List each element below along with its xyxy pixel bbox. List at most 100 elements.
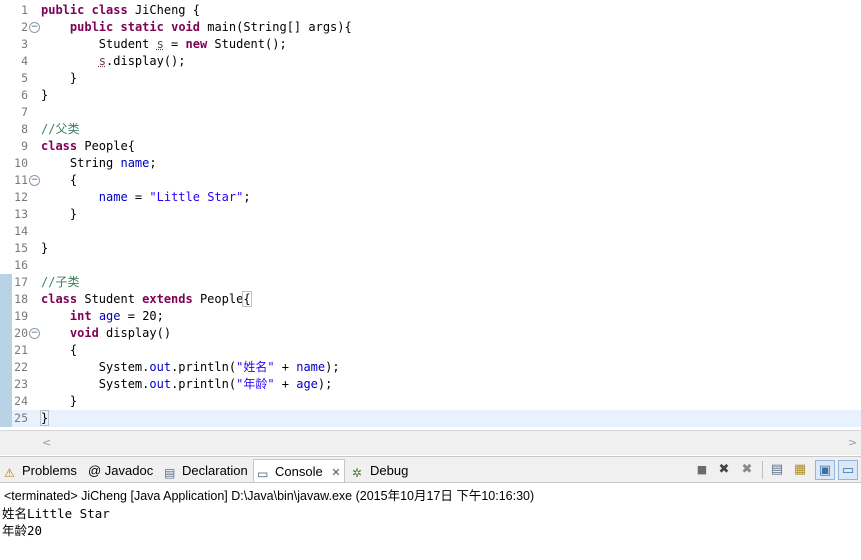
tab-label: Console bbox=[275, 464, 323, 479]
code-text: class Student extends People{ bbox=[41, 291, 252, 307]
code-text: class People{ bbox=[41, 139, 135, 153]
toolbar-separator bbox=[762, 461, 763, 479]
console-icon: ▭ bbox=[257, 467, 269, 481]
view-tab-bar: ⚠ Problems @ Javadoc ▤ Declaration ▭ Consol… bbox=[0, 456, 861, 483]
word-wrap-icon[interactable]: ▦ bbox=[790, 460, 810, 480]
remove-all-terminated-icon[interactable]: ✖ bbox=[737, 460, 757, 480]
line-number: 19 bbox=[14, 309, 28, 323]
code-line[interactable]: 6} bbox=[0, 87, 861, 104]
code-line[interactable]: 15} bbox=[0, 240, 861, 257]
code-text: s.display(); bbox=[98, 54, 186, 68]
line-number: 22 bbox=[14, 360, 28, 374]
line-number: 5 bbox=[21, 71, 28, 85]
code-line[interactable]: 11− { bbox=[0, 172, 861, 189]
terminated-status: <terminated> JiCheng [Java Application] … bbox=[4, 489, 535, 503]
code-text: //父类 bbox=[41, 122, 80, 136]
console-view[interactable]: <terminated> JiCheng [Java Application] … bbox=[0, 483, 861, 560]
tab-problems[interactable]: ⚠ Problems bbox=[2, 459, 80, 482]
code-line[interactable]: 5 } bbox=[0, 70, 861, 87]
line-number: 15 bbox=[14, 241, 28, 255]
line-number: 6 bbox=[21, 88, 28, 102]
code-line[interactable]: 14 bbox=[0, 223, 861, 240]
code-line[interactable]: 3 Student s = new Student(); bbox=[0, 36, 861, 53]
code-line[interactable]: 16 bbox=[0, 257, 861, 274]
scroll-lock-icon[interactable]: ▤ bbox=[767, 460, 787, 480]
code-line[interactable]: 4 s.display(); bbox=[0, 53, 861, 70]
code-line[interactable]: 24 } bbox=[0, 393, 861, 410]
line-number: 4 bbox=[21, 54, 28, 68]
code-text: { bbox=[41, 343, 78, 357]
tab-debug[interactable]: ✲ Debug bbox=[350, 459, 412, 482]
code-line[interactable]: 20− void display() bbox=[0, 325, 861, 342]
code-line[interactable]: 18 class Student extends People{ bbox=[0, 291, 861, 308]
line-number: 3 bbox=[21, 37, 28, 51]
line-number: 17 bbox=[14, 275, 28, 289]
line-number: 10 bbox=[14, 156, 28, 170]
code-text: void display() bbox=[69, 326, 172, 340]
fold-toggle-icon[interactable]: − bbox=[29, 328, 40, 339]
remove-launch-icon[interactable]: ✖ bbox=[714, 460, 734, 480]
tab-label: @ Javadoc bbox=[88, 463, 154, 478]
code-text: int age = 20; bbox=[69, 309, 164, 323]
line-number: 25 bbox=[14, 411, 28, 425]
tab-javadoc[interactable]: @ Javadoc bbox=[86, 459, 158, 482]
code-text: public class JiCheng { bbox=[41, 3, 200, 17]
code-line[interactable]: 17 //子类 bbox=[0, 274, 861, 291]
problems-icon: ⚠ bbox=[4, 466, 15, 480]
code-line[interactable]: 9 class People{ bbox=[0, 138, 861, 155]
declaration-icon: ▤ bbox=[164, 466, 176, 480]
close-icon[interactable]: ✕ bbox=[331, 466, 340, 479]
tab-label: Declaration bbox=[182, 463, 248, 478]
code-line[interactable]: 8 //父类 bbox=[0, 121, 861, 138]
line-number: 1 bbox=[21, 3, 28, 17]
code-line[interactable]: 19 int age = 20; bbox=[0, 308, 861, 325]
line-number: 14 bbox=[14, 224, 28, 238]
line-number: 11 bbox=[14, 173, 28, 187]
code-line[interactable]: 2− public static void main(String[] args… bbox=[0, 19, 861, 36]
code-line[interactable]: 22 System.out.println("姓名" + name); bbox=[0, 359, 861, 376]
tab-label: Problems bbox=[22, 463, 77, 478]
code-line[interactable]: 1 public class JiCheng { bbox=[0, 2, 861, 19]
line-number: 7 bbox=[21, 105, 28, 119]
code-text: } bbox=[41, 88, 49, 102]
code-line[interactable]: 25} bbox=[0, 410, 861, 427]
code-line[interactable]: 10 String name; bbox=[0, 155, 861, 172]
code-line[interactable]: 13 } bbox=[0, 206, 861, 223]
scroll-left-arrow-icon[interactable]: < bbox=[42, 436, 51, 449]
tab-label: Debug bbox=[370, 463, 409, 478]
code-line[interactable]: 7 bbox=[0, 104, 861, 121]
line-number: 9 bbox=[21, 139, 28, 153]
code-text: } bbox=[39, 410, 50, 426]
console-output-line: 年龄20 bbox=[2, 523, 43, 538]
tab-declaration[interactable]: ▤ Declaration bbox=[162, 459, 250, 482]
horizontal-scrollbar[interactable]: < > bbox=[0, 430, 861, 455]
display-selected-console-icon[interactable]: ▭ bbox=[838, 460, 858, 480]
code-line[interactable]: 12 name = "Little Star"; bbox=[0, 189, 861, 206]
code-text: } bbox=[41, 207, 78, 221]
fold-toggle-icon[interactable]: − bbox=[29, 22, 40, 33]
debug-icon: ✲ bbox=[352, 466, 363, 480]
code-line[interactable]: 23 System.out.println("年龄" + age); bbox=[0, 376, 861, 393]
line-number: 13 bbox=[14, 207, 28, 221]
line-number: 16 bbox=[14, 258, 28, 272]
line-number: 18 bbox=[14, 292, 28, 306]
code-text: System.out.println("年龄" + age); bbox=[41, 377, 333, 391]
line-number: 8 bbox=[21, 122, 28, 136]
code-editor[interactable]: 1 public class JiCheng { 2− public static … bbox=[0, 0, 861, 430]
pin-console-icon[interactable]: ▣ bbox=[815, 460, 835, 480]
code-text: } bbox=[41, 241, 49, 255]
code-line[interactable]: 21 { bbox=[0, 342, 861, 359]
tab-console[interactable]: ▭ Console ✕ bbox=[253, 459, 345, 482]
code-text: //子类 bbox=[41, 275, 80, 289]
terminate-icon[interactable]: ■ bbox=[692, 460, 712, 480]
scroll-right-arrow-icon[interactable]: > bbox=[848, 436, 857, 449]
fold-toggle-icon[interactable]: − bbox=[29, 175, 40, 186]
line-number: 24 bbox=[14, 394, 28, 408]
code-text: Student s = new Student(); bbox=[41, 37, 287, 51]
line-number: 23 bbox=[14, 377, 28, 391]
code-text: name = "Little Star"; bbox=[98, 190, 251, 204]
line-number: 21 bbox=[14, 343, 28, 357]
code-text: String name; bbox=[41, 156, 157, 170]
line-number: 2 bbox=[21, 20, 28, 34]
code-text: { bbox=[41, 173, 78, 187]
